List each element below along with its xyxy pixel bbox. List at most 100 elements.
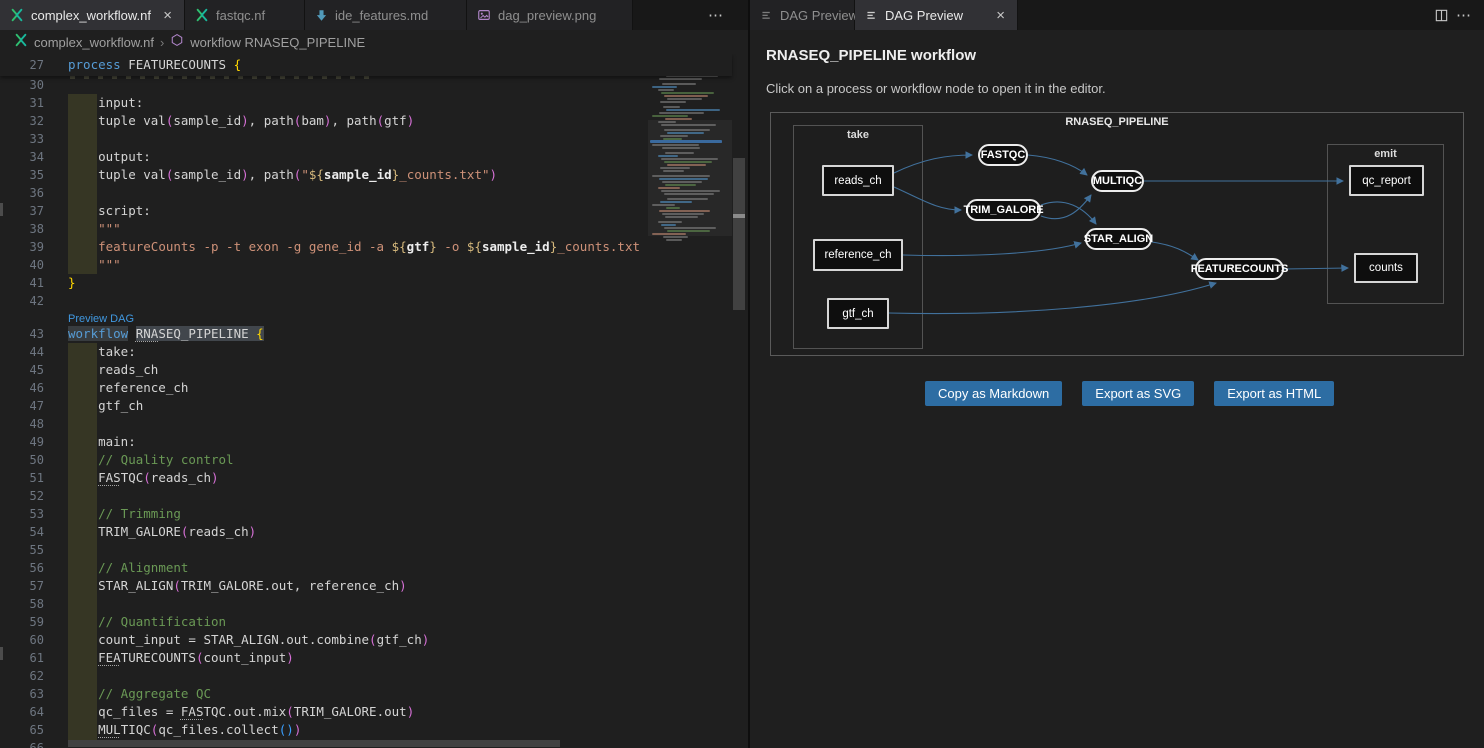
dag-node-qc_report[interactable]: qc_report [1349, 165, 1424, 196]
dag-node-STAR_ALIGN[interactable]: STAR_ALIGN [1085, 228, 1152, 250]
code-line: 48 [0, 415, 732, 433]
editor-actions-more-button[interactable]: ⋯ [1456, 0, 1473, 30]
dag-node-counts[interactable]: counts [1354, 253, 1418, 283]
close-tab-icon[interactable]: × [994, 8, 1007, 23]
nextflow-icon [195, 8, 209, 22]
code-text: featureCounts -p -t exon -g gene_id -a $… [68, 238, 732, 256]
line-number: 38 [0, 220, 68, 238]
code-token: tuple val [68, 113, 166, 128]
dag-node-reference_ch[interactable]: reference_ch [813, 239, 903, 271]
code-line: 42 [0, 292, 732, 310]
code-token: tuple val [68, 167, 166, 182]
preview-icon [760, 9, 773, 22]
code-token: _counts.txt" [399, 167, 489, 182]
code-token [68, 506, 98, 521]
line-number: 55 [0, 541, 68, 559]
code-token: reference_ch [68, 380, 188, 395]
tab-right-dag-preview[interactable]: DAG Preview [750, 0, 855, 30]
code-token: gtf [407, 239, 430, 254]
dag-edge-reference_ch-to-STAR_ALIGN [903, 243, 1081, 256]
split-editor-icon[interactable] [1432, 6, 1450, 24]
minimap-line [652, 144, 699, 146]
code-token [68, 614, 98, 629]
code-text: STAR_ALIGN(TRIM_GALORE.out, reference_ch… [68, 577, 732, 595]
minimap-line [664, 95, 708, 97]
codelens-link[interactable]: Preview DAG [68, 310, 732, 325]
code-token [68, 650, 98, 665]
dag-node-gtf_ch[interactable]: gtf_ch [827, 298, 889, 329]
preview-icon [865, 9, 878, 22]
code-line: 38 """ [0, 220, 732, 238]
code-token: ) [399, 578, 407, 593]
line-number: 35 [0, 166, 68, 184]
code-token: ) [490, 167, 498, 182]
code-text: workflow RNASEQ_PIPELINE { [68, 325, 732, 343]
line-number: 53 [0, 505, 68, 523]
tab-label: DAG Preview [780, 8, 858, 23]
close-tab-icon[interactable]: × [161, 8, 174, 23]
code-editor[interactable]: 3031 input:32 tuple val(sample_id), path… [0, 54, 748, 748]
minimap-line [660, 101, 686, 103]
code-token: gtf_ch [68, 398, 143, 413]
vertical-scrollbar[interactable] [732, 54, 746, 748]
breadcrumb-symbol[interactable]: workflow RNASEQ_PIPELINE [190, 35, 365, 50]
breadcrumb-file[interactable]: complex_workflow.nf [34, 35, 154, 50]
tab-complex_workflow-nf[interactable]: complex_workflow.nf× [0, 0, 185, 30]
code-line: 39 featureCounts -p -t exon -g gene_id -… [0, 238, 732, 256]
image-icon [477, 8, 491, 22]
left-tab-more-button[interactable]: ⋯ [708, 0, 725, 30]
code-line: 56 // Alignment [0, 559, 732, 577]
nextflow-icon [10, 8, 24, 22]
export-as-svg-button[interactable]: Export as SVG [1082, 381, 1194, 406]
dag-edge-TRIM_GALORE-to-STAR_ALIGN [1041, 202, 1096, 224]
code-token: , path [331, 113, 376, 128]
minimap-line [665, 118, 692, 120]
codelens-row: Preview DAG [0, 310, 732, 325]
code-token: TIQC [121, 722, 151, 737]
code-token: ( [286, 704, 294, 719]
horizontal-scrollbar-slider[interactable] [68, 740, 560, 747]
export-as-html-button[interactable]: Export as HTML [1214, 381, 1334, 406]
dag-node-TRIM_GALORE[interactable]: TRIM_GALORE [966, 199, 1041, 221]
code-line: 35 tuple val(sample_id), path("${sample_… [0, 166, 732, 184]
minimap[interactable] [648, 54, 732, 748]
code-token: count_input = STAR_ALIGN.out.combine [68, 632, 369, 647]
tab-dag_preview-png[interactable]: dag_preview.png [467, 0, 633, 30]
code-token [68, 257, 98, 272]
code-token [128, 326, 136, 341]
code-token: featureCounts -p -t exon -g gene_id -a [98, 239, 392, 254]
minimap-line [652, 233, 686, 235]
tab-ide_features-md[interactable]: ide_features.md [305, 0, 467, 30]
code-token: ) [407, 704, 415, 719]
clipped-line-artifact [70, 76, 370, 79]
code-text [68, 487, 732, 505]
minimap-line [652, 175, 710, 177]
export-button-row: Copy as Markdown Export as SVG Export as H… [925, 381, 1334, 406]
code-token: MUL [98, 722, 121, 737]
line-number: 41 [0, 274, 68, 292]
minimap-line [661, 92, 714, 94]
code-token: TQC [121, 470, 144, 485]
line-number: 46 [0, 379, 68, 397]
dag-node-FEATURECOUNTS[interactable]: FEATURECOUNTS [1195, 258, 1284, 280]
code-token: ) [211, 470, 219, 485]
sticky-scroll-line[interactable]: 27process FEATURECOUNTS { [0, 54, 732, 76]
copy-as-markdown-button[interactable]: Copy as Markdown [925, 381, 1062, 406]
code-text: gtf_ch [68, 397, 732, 415]
dag-node-MULTIQC[interactable]: MULTIQC [1091, 170, 1144, 192]
code-token [68, 560, 98, 575]
minimap-line [666, 239, 682, 241]
code-line: 27process FEATURECOUNTS { [0, 54, 241, 76]
code-text: // Quantification [68, 613, 732, 631]
vertical-scrollbar-slider[interactable] [733, 158, 745, 310]
breadcrumb: complex_workflow.nf › workflow RNASEQ_PI… [0, 30, 748, 54]
code-text: TRIM_GALORE(reads_ch) [68, 523, 732, 541]
tab-right-dag-preview[interactable]: DAG Preview× [855, 0, 1018, 30]
dag-node-FASTQC[interactable]: FASTQC [978, 144, 1028, 166]
code-text: output: [68, 148, 732, 166]
dag-node-reads_ch[interactable]: reads_ch [822, 165, 894, 196]
code-token: { [234, 57, 242, 72]
dag-edge-gtf_ch-to-FEATURECOUNTS [889, 283, 1216, 314]
tab-fastqc-nf[interactable]: fastqc.nf [185, 0, 305, 30]
dag-diagram: RNASEQ_PIPELINE takeemit reads_chreferen… [770, 112, 1464, 356]
